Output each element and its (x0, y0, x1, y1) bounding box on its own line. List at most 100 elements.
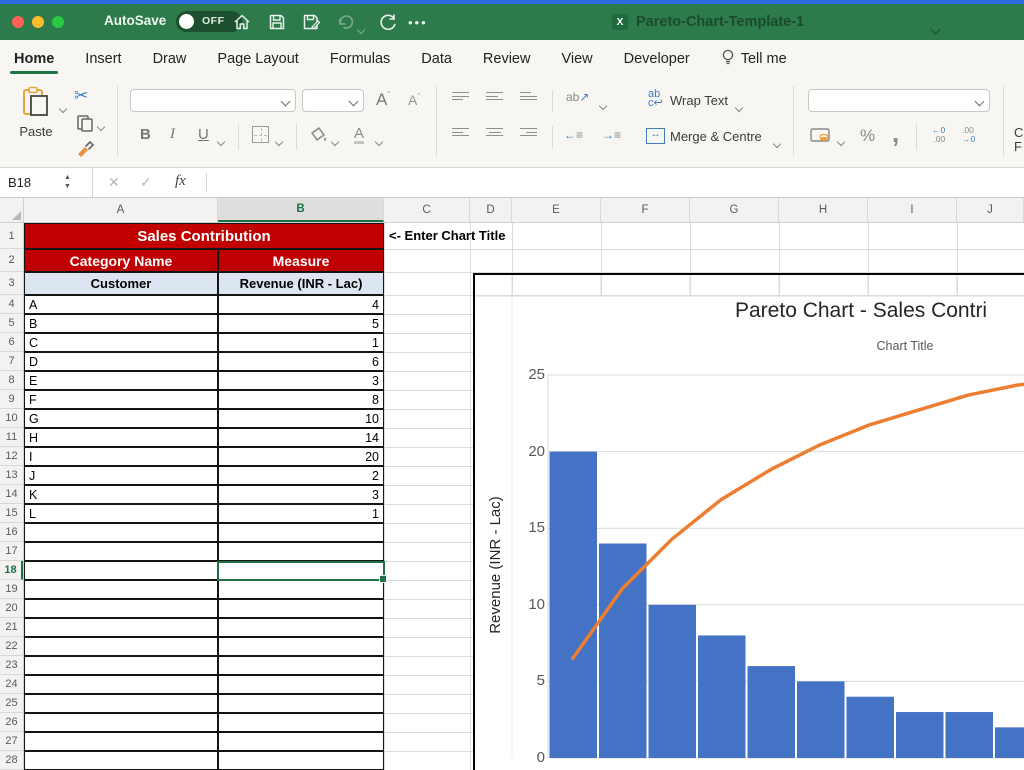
align-top-icon[interactable] (452, 92, 469, 100)
cell-A17[interactable] (24, 542, 218, 561)
align-center-icon[interactable] (486, 128, 503, 136)
borders-chevron[interactable] (276, 133, 282, 151)
cell-B4[interactable]: 4 (218, 295, 384, 314)
column-header-C[interactable]: C (384, 198, 470, 222)
tab-page-layout[interactable]: Page Layout (215, 42, 300, 76)
row-header-11[interactable]: 11 (0, 428, 23, 447)
row-header-12[interactable]: 12 (0, 447, 23, 466)
row-header-5[interactable]: 5 (0, 314, 23, 333)
tab-developer[interactable]: Developer (622, 42, 692, 76)
cell-A22[interactable] (24, 637, 218, 656)
cell-A6[interactable]: C (24, 333, 218, 352)
comma-style-icon[interactable]: , (892, 118, 899, 149)
insert-function-icon[interactable]: fx (175, 173, 186, 190)
table-header-category[interactable]: Category Name (24, 249, 218, 272)
cell-A16[interactable] (24, 523, 218, 542)
cell-B7[interactable]: 6 (218, 352, 384, 371)
cell-B20[interactable] (218, 599, 384, 618)
row-header-15[interactable]: 15 (0, 504, 23, 523)
underline-button[interactable]: U (198, 126, 209, 143)
cell-A8[interactable]: E (24, 371, 218, 390)
tab-data[interactable]: Data (419, 42, 454, 76)
tab-formulas[interactable]: Formulas (328, 42, 392, 76)
increase-indent-icon[interactable]: →≡ (602, 128, 621, 142)
cell-B22[interactable] (218, 637, 384, 656)
cell-B11[interactable]: 14 (218, 428, 384, 447)
row-header-27[interactable]: 27 (0, 732, 23, 751)
cell-A5[interactable]: B (24, 314, 218, 333)
cell-B14[interactable]: 3 (218, 485, 384, 504)
cell-B27[interactable] (218, 732, 384, 751)
cell-A18[interactable] (24, 561, 218, 580)
row-header-14[interactable]: 14 (0, 485, 23, 504)
increase-decimal-icon[interactable]: ←0.00 (932, 126, 945, 144)
underline-chevron[interactable] (218, 133, 224, 151)
cell-B8[interactable]: 3 (218, 371, 384, 390)
align-middle-icon[interactable] (486, 92, 503, 100)
cell-A23[interactable] (24, 656, 218, 675)
merge-centre-chevron[interactable] (774, 135, 780, 153)
format-painter-icon[interactable] (76, 138, 96, 163)
decrease-font-icon[interactable]: Aˇ (408, 92, 420, 108)
tab-home[interactable]: Home (12, 42, 56, 76)
cell-B25[interactable] (218, 694, 384, 713)
cell-B13[interactable]: 2 (218, 466, 384, 485)
row-header-23[interactable]: 23 (0, 656, 23, 675)
wrap-text-chevron[interactable] (736, 99, 742, 117)
row-header-16[interactable]: 16 (0, 523, 23, 542)
save-as-icon[interactable] (301, 12, 321, 32)
undo-icon[interactable] (335, 12, 355, 32)
font-name-dropdown[interactable] (130, 89, 296, 112)
minimize-window-button[interactable] (32, 16, 44, 28)
cell-A26[interactable] (24, 713, 218, 732)
copy-icon[interactable] (76, 114, 94, 137)
row-header-19[interactable]: 19 (0, 580, 23, 599)
orientation-icon[interactable]: ab↗ (566, 90, 589, 104)
cell-B15[interactable]: 1 (218, 504, 384, 523)
align-bottom-icon[interactable] (520, 92, 537, 100)
tab-view[interactable]: View (559, 42, 594, 76)
row-header-1[interactable]: 1 (0, 223, 23, 249)
row-header-3[interactable]: 3 (0, 272, 23, 295)
cell-A12[interactable]: I (24, 447, 218, 466)
cell-B12[interactable]: 20 (218, 447, 384, 466)
document-title[interactable]: Pareto-Chart-Template-1 (636, 14, 804, 30)
table-subheader-revenue[interactable]: Revenue (INR - Lac) (218, 272, 384, 295)
row-header-25[interactable]: 25 (0, 694, 23, 713)
row-header-20[interactable]: 20 (0, 599, 23, 618)
column-header-A[interactable]: A (24, 198, 218, 222)
cell-B26[interactable] (218, 713, 384, 732)
enter-icon[interactable]: ✓ (140, 174, 152, 191)
row-header-6[interactable]: 6 (0, 333, 23, 352)
cell-C1-annotation[interactable]: <- Enter Chart Title (389, 223, 505, 249)
cell-A7[interactable]: D (24, 352, 218, 371)
decrease-indent-icon[interactable]: ←≡ (564, 128, 583, 142)
table-header-measure[interactable]: Measure (218, 249, 384, 272)
column-header-H[interactable]: H (779, 198, 868, 222)
cell-A15[interactable]: L (24, 504, 218, 523)
cell-A27[interactable] (24, 732, 218, 751)
active-cell-selection[interactable] (217, 561, 385, 581)
cell-A14[interactable]: K (24, 485, 218, 504)
conditional-formatting-clipped[interactable]: CF (1014, 126, 1023, 154)
column-header-D[interactable]: D (470, 198, 512, 222)
number-format-dropdown[interactable] (808, 89, 990, 112)
cell-B5[interactable]: 5 (218, 314, 384, 333)
increase-font-icon[interactable]: Aˆ (376, 90, 390, 110)
row-header-8[interactable]: 8 (0, 371, 23, 390)
cell-B24[interactable] (218, 675, 384, 694)
cell-A11[interactable]: H (24, 428, 218, 447)
cancel-icon[interactable]: ✕ (108, 174, 120, 191)
paste-chevron[interactable] (60, 100, 66, 118)
cell-B21[interactable] (218, 618, 384, 637)
tab-insert[interactable]: Insert (83, 42, 123, 76)
name-box-stepper[interactable]: ▲▼ (64, 173, 71, 191)
percent-style-icon[interactable]: % (860, 126, 875, 146)
column-header-E[interactable]: E (512, 198, 601, 222)
cell-B10[interactable]: 10 (218, 409, 384, 428)
chart-outer-title[interactable]: Pareto Chart - Sales Contri (735, 299, 987, 323)
copy-chevron[interactable] (98, 118, 104, 136)
cell-A24[interactable] (24, 675, 218, 694)
cell-A9[interactable]: F (24, 390, 218, 409)
align-left-icon[interactable] (452, 128, 469, 136)
